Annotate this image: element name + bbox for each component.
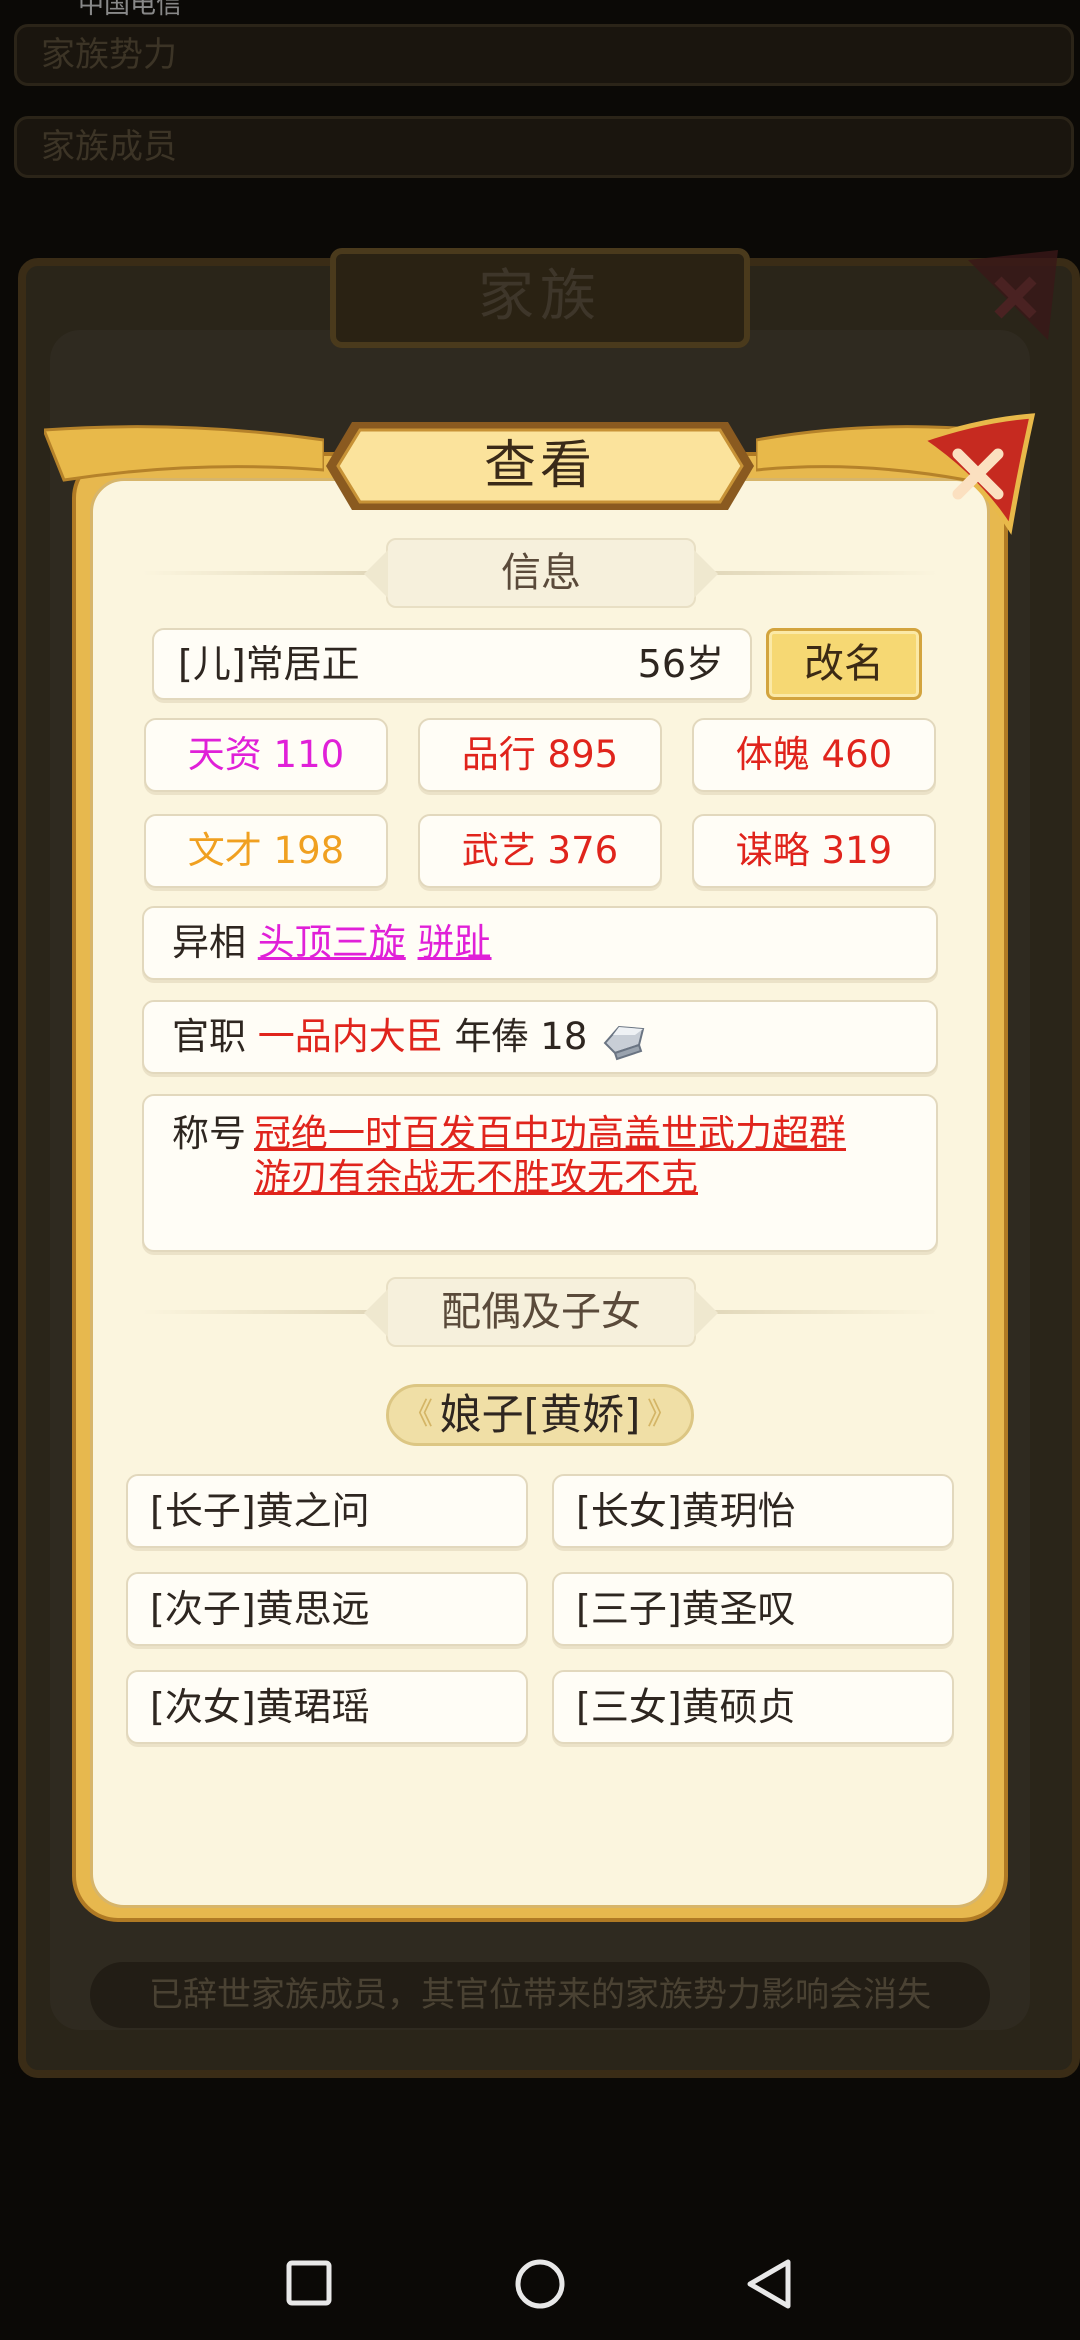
honors-label: 称号 bbox=[172, 1112, 246, 1155]
child-name: [次子]黄思远 bbox=[150, 1587, 370, 1631]
child-button-1[interactable]: [长子]黄之问 bbox=[126, 1474, 528, 1548]
recent-apps-icon[interactable] bbox=[286, 2260, 332, 2306]
section-divider-right bbox=[698, 571, 938, 575]
office-label: 官职 bbox=[172, 1015, 246, 1058]
stat-physique: 体魄 460 bbox=[692, 718, 936, 792]
section-divider-left bbox=[142, 571, 382, 575]
child-button-2[interactable]: [长女]黄玥怡 bbox=[552, 1474, 954, 1548]
info-section-title: 信息 bbox=[501, 550, 581, 596]
home-icon[interactable] bbox=[514, 2258, 566, 2310]
character-age: 56岁 bbox=[637, 642, 724, 686]
office-title: 一品内大臣 bbox=[257, 1015, 443, 1058]
stat-martial-value: 武艺 376 bbox=[461, 829, 619, 872]
spouse-button[interactable]: 《 娘子[黄娇] 》 bbox=[386, 1384, 694, 1446]
trait-link-2[interactable]: 骈趾 bbox=[418, 921, 492, 964]
info-section-plate: 信息 bbox=[364, 538, 718, 608]
stat-morality-value: 品行 895 bbox=[461, 733, 619, 776]
stat-talent: 天资 110 bbox=[144, 718, 388, 792]
child-button-5[interactable]: [次女]黄珺瑶 bbox=[126, 1670, 528, 1744]
child-name: [三子]黄圣叹 bbox=[576, 1587, 796, 1631]
stat-strategy: 谋略 319 bbox=[692, 814, 936, 888]
stat-talent-value: 天资 110 bbox=[187, 733, 345, 776]
salary-value: 18 bbox=[540, 1015, 588, 1058]
child-name: [三女]黄硕贞 bbox=[576, 1685, 796, 1729]
dialog-wing-left-decoration bbox=[44, 425, 324, 482]
honors-list: 冠绝一时百发百中功高盖世武力超群 游刃有余战无不胜攻无不克 bbox=[254, 1112, 894, 1200]
system-nav-bar bbox=[0, 2220, 1080, 2340]
child-name: [长子]黄之问 bbox=[150, 1489, 370, 1533]
back-icon[interactable] bbox=[744, 2258, 794, 2310]
background-power-row: 家族势力 bbox=[14, 24, 1074, 86]
child-name: [次女]黄珺瑶 bbox=[150, 1685, 370, 1729]
family-hint-text: 已辞世家族成员，其官位带来的家族势力影响会消失 bbox=[90, 1962, 990, 2028]
child-name: [长女]黄玥怡 bbox=[576, 1489, 796, 1533]
family-close-icon[interactable] bbox=[958, 240, 1068, 350]
honors-line-2[interactable]: 游刃有余战无不胜攻无不克 bbox=[254, 1156, 894, 1200]
trait-link-1[interactable]: 头顶三旋 bbox=[258, 921, 406, 964]
status-bar: 中国电信 bbox=[0, 0, 1080, 20]
stat-strategy-value: 谋略 319 bbox=[735, 829, 893, 872]
honors-box: 称号 冠绝一时百发百中功高盖世武力超群 游刃有余战无不胜攻无不克 bbox=[142, 1094, 938, 1252]
stat-morality: 品行 895 bbox=[418, 718, 662, 792]
spouse-left-ornament: 《 bbox=[403, 1397, 433, 1432]
family-panel-title: 家族 bbox=[330, 248, 750, 348]
honors-line-1[interactable]: 冠绝一时百发百中功高盖世武力超群 bbox=[254, 1112, 894, 1156]
stat-literary-value: 文才 198 bbox=[187, 829, 345, 872]
name-field: [儿]常居正 56岁 bbox=[152, 628, 752, 700]
stat-physique-value: 体魄 460 bbox=[735, 733, 893, 776]
spouse-right-ornament: 》 bbox=[647, 1397, 677, 1432]
silver-ingot-icon bbox=[603, 1025, 645, 1060]
family-section-plate: 配偶及子女 bbox=[364, 1277, 718, 1347]
child-button-3[interactable]: [次子]黄思远 bbox=[126, 1572, 528, 1646]
section-divider-left bbox=[142, 1310, 382, 1314]
carrier-label: 中国电信 bbox=[78, 0, 183, 20]
traits-label: 异相 bbox=[172, 921, 246, 964]
info-section-header: 信息 bbox=[142, 538, 938, 608]
rename-button[interactable]: 改名 bbox=[766, 628, 922, 700]
background-power-label: 家族势力 bbox=[41, 35, 177, 75]
child-button-6[interactable]: [三女]黄硕贞 bbox=[552, 1670, 954, 1744]
stat-martial: 武艺 376 bbox=[418, 814, 662, 888]
section-divider-right bbox=[698, 1310, 938, 1314]
office-row: 官职 一品内大臣 年俸 18 bbox=[142, 1000, 938, 1074]
family-section-title: 配偶及子女 bbox=[441, 1289, 641, 1335]
background-members-row: 家族成员 bbox=[14, 116, 1074, 178]
traits-row: 异相 头顶三旋 骈趾 bbox=[142, 906, 938, 980]
background-members-label: 家族成员 bbox=[41, 127, 177, 167]
close-icon[interactable] bbox=[910, 410, 1040, 540]
stat-literary: 文才 198 bbox=[144, 814, 388, 888]
character-name: [儿]常居正 bbox=[178, 642, 360, 686]
family-section-header: 配偶及子女 bbox=[142, 1277, 938, 1347]
salary-label: 年俸 bbox=[454, 1015, 529, 1058]
child-button-4[interactable]: [三子]黄圣叹 bbox=[552, 1572, 954, 1646]
dialog-title-plate: 查看 bbox=[322, 418, 758, 514]
dialog-title: 查看 bbox=[483, 436, 596, 496]
spouse-name: 娘子[黄娇] bbox=[439, 1390, 641, 1439]
